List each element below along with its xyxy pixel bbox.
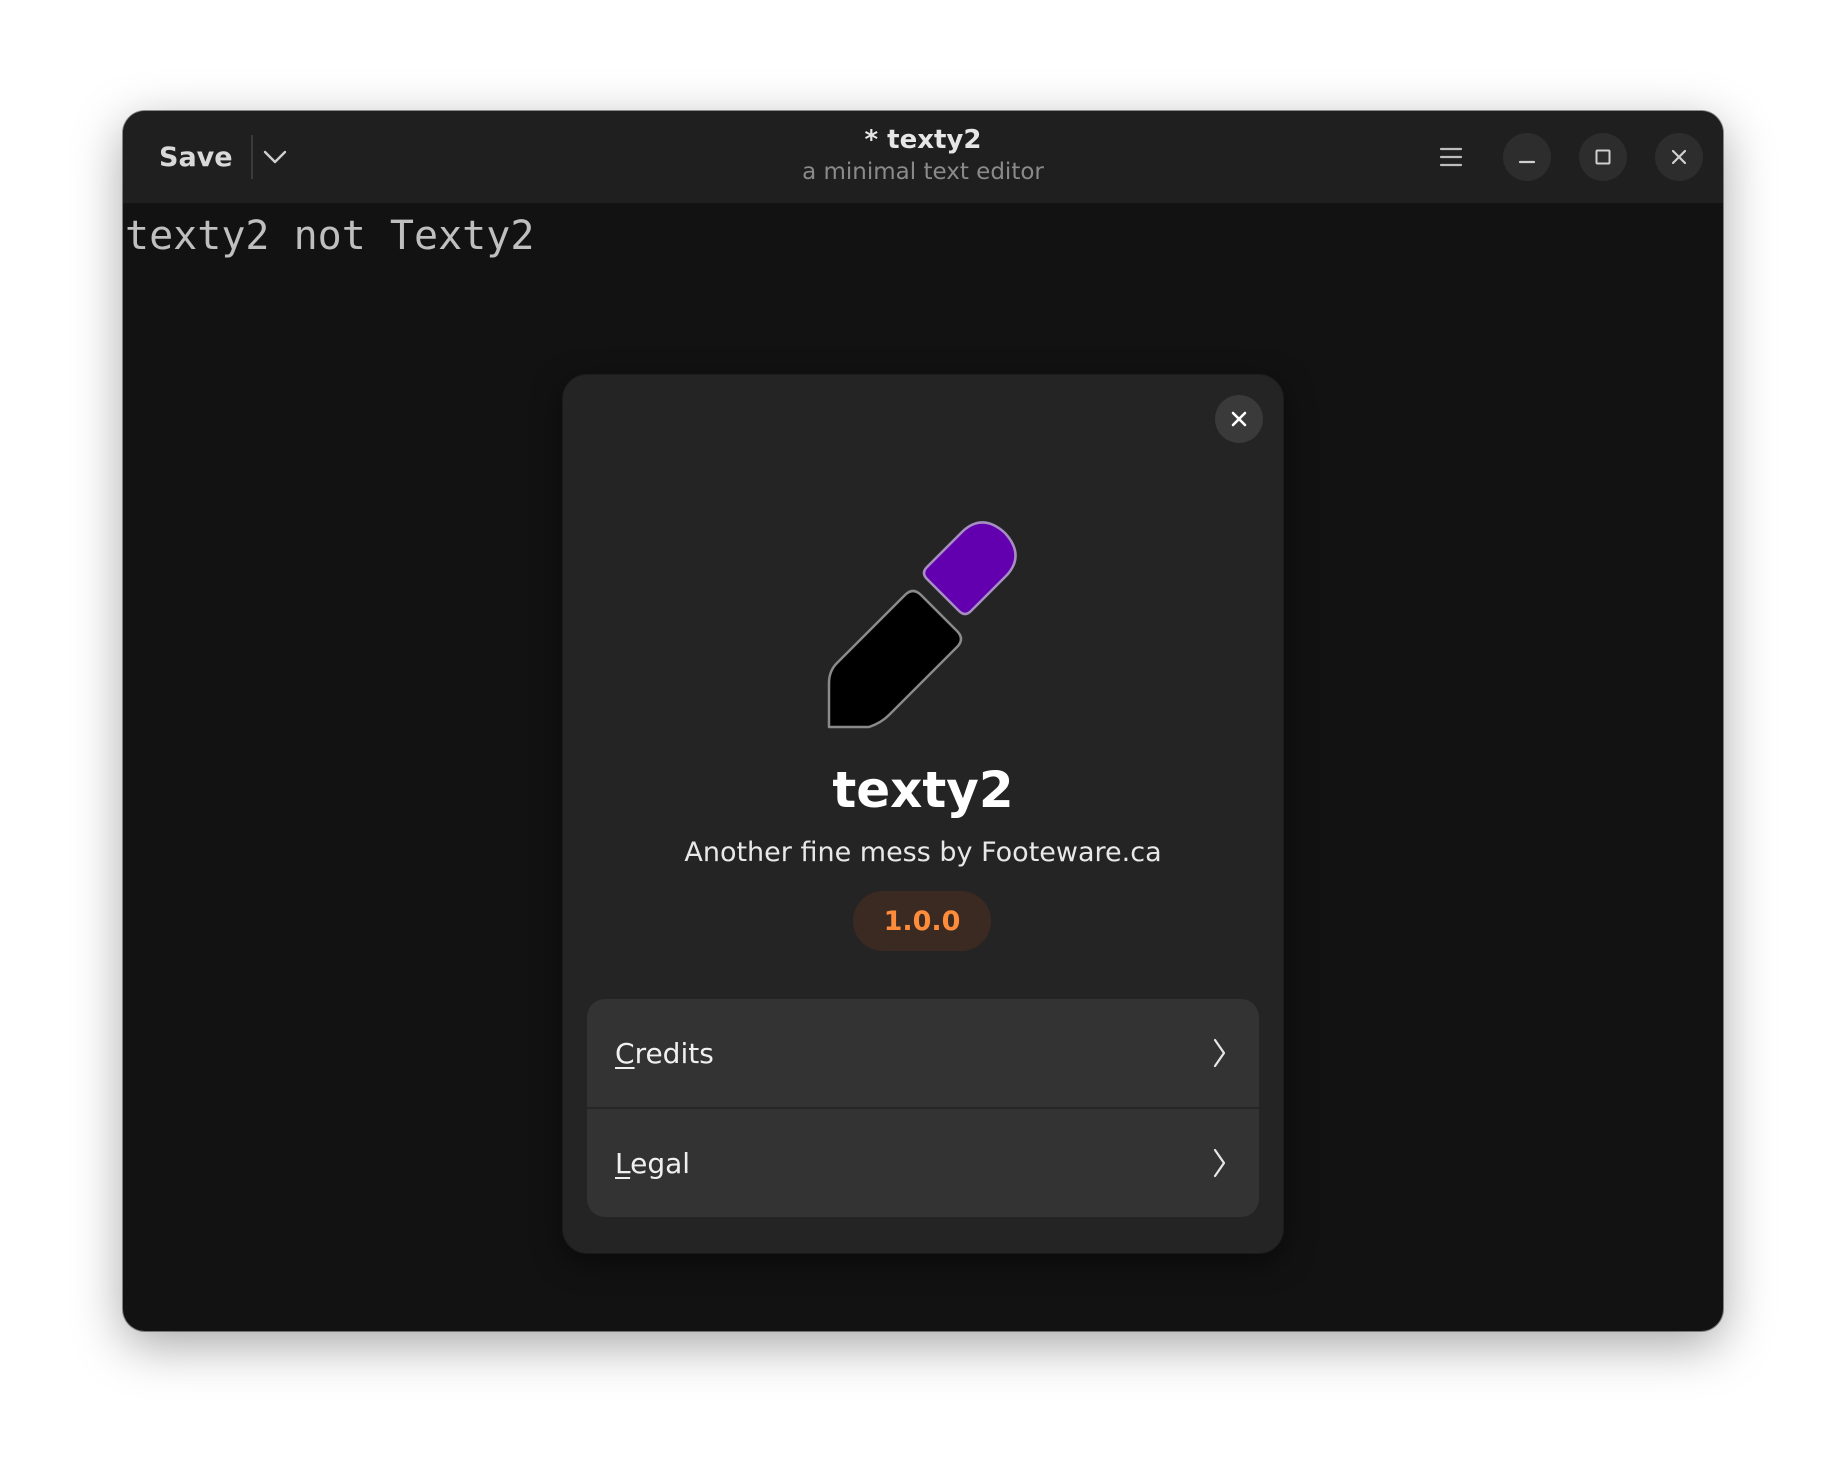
legal-row[interactable]: Legal <box>587 1107 1259 1217</box>
about-rows: Credits Legal <box>587 999 1259 1217</box>
headerbar-controls <box>1427 133 1703 181</box>
chevron-right-icon <box>1213 1038 1226 1068</box>
app-name: texty2 <box>832 761 1014 819</box>
about-dialog: texty2 Another fine mess by Footeware.ca… <box>563 375 1283 1253</box>
close-window-button[interactable] <box>1655 133 1703 181</box>
main-menu-button[interactable] <box>1427 133 1475 181</box>
editor-text[interactable]: texty2 not Texty2 <box>125 211 534 261</box>
credits-row[interactable]: Credits <box>587 999 1259 1107</box>
credits-label: Credits <box>615 1036 714 1070</box>
minimize-icon <box>1518 160 1536 164</box>
dialog-close-button[interactable] <box>1215 395 1263 443</box>
chevron-right-icon <box>1213 1148 1226 1178</box>
maximize-icon <box>1595 149 1611 165</box>
close-icon <box>1671 149 1687 165</box>
minimize-button[interactable] <box>1503 133 1551 181</box>
maximize-button[interactable] <box>1579 133 1627 181</box>
app-window: Save * texty2 a minimal text editor text… <box>123 111 1723 1331</box>
close-icon <box>1231 411 1247 427</box>
version-badge[interactable]: 1.0.0 <box>853 891 991 951</box>
legal-label: Legal <box>615 1146 691 1180</box>
headerbar: Save * texty2 a minimal text editor <box>123 111 1723 203</box>
app-developer: Another fine mess by Footeware.ca <box>684 837 1162 868</box>
text-editor-area[interactable]: texty2 not Texty2 texty2 Another fine me… <box>123 203 1723 1331</box>
pen-icon <box>827 521 1017 729</box>
hamburger-menu-icon <box>1439 147 1463 167</box>
